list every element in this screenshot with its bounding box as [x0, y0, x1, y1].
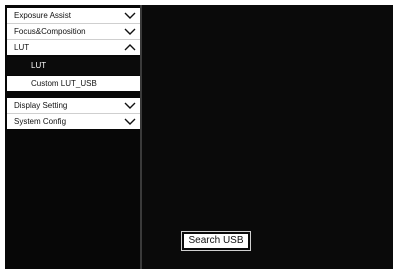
search-usb-button[interactable]: Search USB [181, 231, 251, 251]
chevron-up-icon [124, 44, 136, 51]
submenu-item-label: LUT [31, 61, 47, 70]
menu-item-system-config[interactable]: System Config [7, 114, 140, 129]
search-usb-button-label: Search USB [184, 234, 248, 248]
submenu-item-custom-lut-usb[interactable]: Custom LUT_USB [7, 76, 140, 91]
menu-item-label: Display Setting [14, 101, 68, 110]
submenu-item-lut-selected[interactable]: LUT [7, 57, 140, 75]
menu-item-lut[interactable]: LUT [7, 40, 140, 55]
chevron-down-icon [124, 12, 136, 19]
section-spacer [7, 91, 140, 97]
menu-item-label: Focus&Composition [14, 27, 86, 36]
menu-item-exposure-assist[interactable]: Exposure Assist [7, 8, 140, 23]
chevron-down-icon [124, 28, 136, 35]
menu-item-display-setting[interactable]: Display Setting [7, 98, 140, 113]
menu-item-focus-composition[interactable]: Focus&Composition [7, 24, 140, 39]
settings-sidebar: Exposure Assist Focus&Composition LUT LU… [5, 5, 140, 269]
menu-item-label: System Config [14, 117, 67, 126]
chevron-down-icon [124, 102, 136, 109]
panel-divider [140, 5, 142, 269]
submenu-item-label: Custom LUT_USB [31, 79, 97, 88]
menu-item-label: Exposure Assist [14, 11, 71, 20]
monitor-screen: Exposure Assist Focus&Composition LUT LU… [5, 5, 393, 269]
menu-item-label: LUT [14, 43, 30, 52]
chevron-down-icon [124, 118, 136, 125]
